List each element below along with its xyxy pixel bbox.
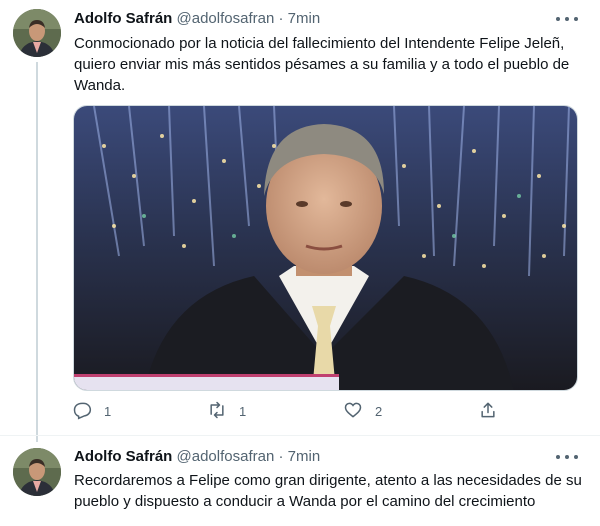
avatar[interactable]	[13, 448, 61, 496]
like-button[interactable]: 2	[343, 400, 382, 423]
reply-count: 1	[104, 404, 112, 419]
timestamp[interactable]: 7min	[288, 448, 321, 465]
heart-icon	[343, 400, 363, 423]
tweet-actions: 1 1 2	[72, 400, 542, 426]
separator-dot: ·	[278, 10, 284, 27]
share-button[interactable]	[478, 400, 498, 423]
more-options-icon[interactable]	[556, 9, 578, 29]
avatar[interactable]	[13, 9, 61, 57]
reply-button[interactable]: 1	[72, 400, 111, 423]
retweet-button[interactable]: 1	[207, 400, 246, 423]
tweet[interactable]: Adolfo Safrán @adolfosafran · 7min Recor…	[0, 437, 600, 526]
retweet-icon	[207, 400, 227, 423]
author-name[interactable]: Adolfo Safrán	[74, 448, 172, 465]
author-name[interactable]: Adolfo Safrán	[74, 10, 172, 27]
timestamp[interactable]: 7min	[288, 10, 321, 27]
like-count: 2	[375, 404, 383, 419]
author-handle[interactable]: @adolfosafran	[177, 448, 275, 465]
more-options-icon[interactable]	[556, 447, 578, 467]
retweet-count: 1	[239, 404, 247, 419]
tweet-header: Adolfo Safrán @adolfosafran · 7min	[74, 9, 320, 29]
author-handle[interactable]: @adolfosafran	[177, 10, 275, 27]
tweet-photo[interactable]	[73, 105, 578, 391]
share-icon	[478, 400, 498, 423]
tweet-header: Adolfo Safrán @adolfosafran · 7min	[74, 447, 320, 467]
tweet-text: Recordaremos a Felipe como gran dirigent…	[74, 472, 582, 510]
separator-dot: ·	[278, 448, 284, 465]
tweet[interactable]: Adolfo Safrán @adolfosafran · 7min Conmo…	[0, 0, 600, 436]
tweet-text: Conmocionado por la noticia del fallecim…	[74, 35, 570, 94]
reply-icon	[72, 400, 92, 423]
